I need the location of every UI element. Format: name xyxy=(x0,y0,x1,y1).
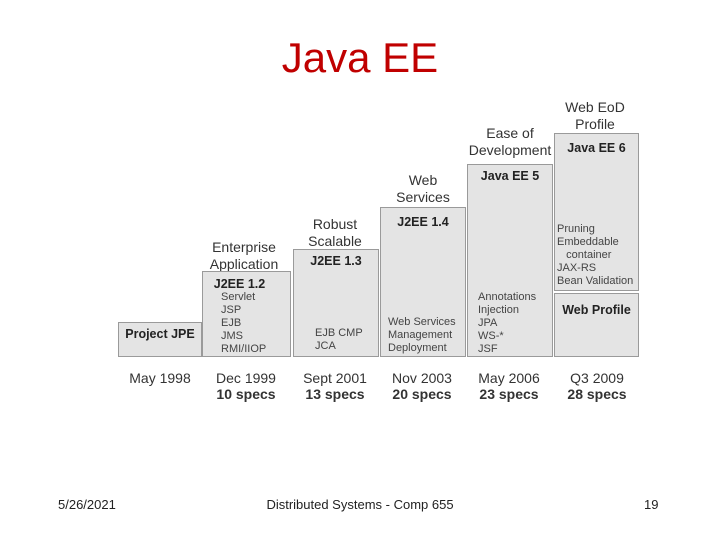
caption-line: Application xyxy=(209,255,279,272)
caption-line: Development xyxy=(468,141,552,158)
slide-title: Java EE xyxy=(281,34,439,81)
feature-list: Servlet JSP EJB JMS RMI/IIOP xyxy=(221,291,267,355)
caption-j2ee14: Web Services xyxy=(378,172,468,205)
caption-j2ee13: Robust Scalable xyxy=(290,216,380,249)
caption-javaee6: Web EoD Profile xyxy=(550,99,640,132)
box-project-jpe: Project JPE xyxy=(118,322,202,357)
box-j2ee14: J2EE 1.4 Web Services Management Deploymen… xyxy=(380,207,466,357)
box-j2ee12: J2EE 1.2 Servlet JSP EJB JMS RMI/IIOP xyxy=(202,271,291,357)
box-web-profile: Web Profile xyxy=(554,293,639,357)
date-label: Q3 2009 28 specs xyxy=(567,370,627,402)
caption-line: Services xyxy=(396,188,450,205)
footer-course: Distributed Systems - Comp 655 xyxy=(266,497,454,512)
version-label: J2EE 1.3 xyxy=(310,254,362,268)
caption-line: Profile xyxy=(575,115,615,132)
date-label: May 2006 23 specs xyxy=(478,370,540,402)
box-j2ee13: J2EE 1.3 EJB CMP JCA xyxy=(293,249,379,357)
caption-javaee5: Ease of Development xyxy=(460,125,560,158)
feature-list: Pruning Embeddable container JAX-RS Bean Va… xyxy=(557,223,634,287)
version-label: J2EE 1.4 xyxy=(397,215,449,229)
caption-line: Scalable xyxy=(308,232,362,249)
caption-line: Ease of xyxy=(486,125,534,141)
web-profile-label: Web Profile xyxy=(562,303,631,317)
slide-number: 19 xyxy=(644,497,659,512)
caption-line: Enterprise xyxy=(212,239,276,255)
version-label: Java EE 6 xyxy=(567,141,626,155)
version-label: Project JPE xyxy=(125,327,195,341)
caption-line: Web EoD xyxy=(565,99,625,115)
feature-list: Web Services Management Deployment xyxy=(388,316,456,354)
date-label: May 1998 xyxy=(129,370,191,386)
feature-list: EJB CMP JCA xyxy=(315,327,363,352)
box-javaee6: Java EE 6 Pruning Embeddable container JAX… xyxy=(554,133,639,291)
version-label: Java EE 5 xyxy=(480,169,540,183)
caption-line: Web xyxy=(408,172,438,188)
date-label: Sept 2001 13 specs xyxy=(303,370,367,402)
date-label: Nov 2003 20 specs xyxy=(392,370,452,402)
caption-line: Robust xyxy=(312,216,358,232)
box-javaee5: Java EE 5 Annotations Injection JPA WS-* JSF xyxy=(467,164,553,357)
caption-j2ee12: Enterprise Application xyxy=(196,239,292,272)
date-label: Dec 1999 10 specs xyxy=(216,370,276,402)
version-label: J2EE 1.2 xyxy=(213,277,266,291)
feature-list: Annotations Injection JPA WS-* JSF xyxy=(478,291,537,355)
